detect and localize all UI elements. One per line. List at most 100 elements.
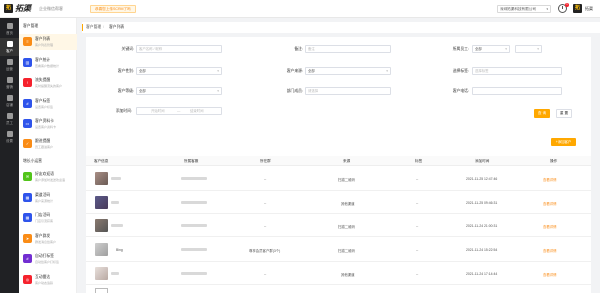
notice-banner[interactable]: 恭喜您上传SCRM了吗 [90, 5, 136, 13]
sidebar-item-welcome[interactable]: ✉ 好友欢迎语 客户添加时发送欢迎语 [19, 169, 77, 185]
date-end: 结束时间 [190, 109, 204, 113]
group-cell: -- [264, 272, 267, 276]
rail-label: 客户 [6, 49, 13, 53]
chevron-down-icon: ▾ [386, 69, 388, 73]
breadcrumb-separator: / [103, 25, 105, 29]
phone-label: 客户电话: [452, 89, 469, 93]
source-select[interactable]: 全部 ▾ [305, 67, 391, 75]
view-details-link[interactable]: 查看详情 [543, 248, 557, 253]
tag-cell: -- [416, 224, 419, 228]
level-select[interactable]: 全部 ▾ [136, 87, 222, 95]
section-title-growth: 增长小运营 [23, 159, 42, 163]
dept-select[interactable]: 请选择 [305, 87, 391, 95]
source-cell: 扫描二维码 [338, 249, 355, 253]
reset-button[interactable]: 重 置 [556, 109, 572, 118]
rail-item-shop[interactable]: 店铺 [0, 92, 19, 110]
sidebar-item-desc: 自动给客户打标签 [35, 259, 60, 264]
tag-select[interactable]: 选择标签 [472, 67, 562, 75]
logo-text: 拓渠 [15, 4, 31, 13]
user-name[interactable]: 拓渠 [585, 6, 593, 12]
rail-item-settings[interactable]: 设置 [0, 128, 19, 146]
sidebar-item-label: 客户群发 [35, 234, 51, 238]
app-subtitle: 企业微信帮客 [39, 6, 63, 11]
keyword-placeholder: 客户名称 / 昵称 [139, 47, 163, 51]
remark-input[interactable]: 备注 [305, 45, 391, 53]
rail-item-operation[interactable]: 运营 [0, 56, 19, 74]
view-details-link[interactable]: 查看详情 [543, 177, 557, 182]
sidebar-item-customer-tags[interactable]: # 客户标签 设置客户标签 [19, 96, 77, 112]
rail-item-marketing[interactable]: 营销 [0, 74, 19, 92]
source-value: 全部 [308, 69, 315, 73]
column-header: 操作 [550, 159, 558, 163]
source-cell: 其他渠道 [341, 202, 355, 206]
sidebar-item-customer-list[interactable]: ≡ 客户列表 客户列表管理 [19, 34, 77, 50]
chevron-down-icon: ▾ [537, 47, 539, 51]
date-range-picker[interactable]: 开始时间 — 结束时间 [136, 107, 222, 115]
view-details-link[interactable]: 查看详情 [543, 272, 557, 277]
company-select[interactable]: 深圳拓渠科技有限公司 ▾ [497, 5, 551, 13]
company-name: 深圳拓渠科技有限公司 [500, 7, 536, 11]
source-cell: 扫描二维码 [338, 225, 355, 229]
add-customer-button[interactable]: +添加客户 [551, 138, 576, 146]
notification-badge: 1 [565, 3, 569, 7]
gender-select[interactable]: 全部 ▾ [136, 67, 222, 75]
search-button[interactable]: 查 询 [534, 109, 550, 118]
customer-list-icon: ≡ [23, 37, 32, 46]
view-details-link[interactable]: 查看详情 [543, 224, 557, 229]
owner-redacted [181, 272, 207, 275]
sidebar-item-channel-qrcode[interactable]: ▦ 渠道活码 客户来源统计 [19, 190, 77, 206]
sidebar-item-broadcast[interactable]: ➤ 客户群发 群发消息给客户 [19, 231, 77, 247]
group-cell: -- [264, 177, 267, 181]
table-row: -- 其他渠道 -- 2021-11-24 17:14:44 查看详情 [86, 263, 591, 285]
time-cell: 2021-11-24 21:00:31 [466, 224, 498, 228]
staff-icon [6, 113, 13, 119]
breadcrumb-parent[interactable]: 客户管理 [86, 25, 101, 30]
customer-avatar [95, 267, 108, 280]
avatar[interactable]: 拓 [573, 4, 582, 13]
sidebar-item-store-qrcode[interactable]: ▦ 门店活码 门店引流获客 [19, 210, 77, 226]
tag-cell: -- [416, 272, 419, 276]
rail-item-customer[interactable]: 客户 [0, 38, 19, 56]
home-icon [6, 23, 13, 29]
rail-label: 员工 [6, 121, 13, 125]
date-label: 添加时间: [115, 109, 132, 113]
sidebar-item-radar[interactable]: ◎ 互动雷达 客户动态追踪 [19, 272, 77, 288]
sidebar-item-desc: 客户添加时发送欢迎语 [35, 177, 66, 182]
chart-icon: ▥ [23, 58, 32, 67]
dept-label: 部门成员: [286, 89, 303, 93]
shop-icon [6, 95, 13, 101]
level-value: 全部 [139, 89, 146, 93]
group-cell: 尊享会员客户群(3个) [249, 249, 281, 253]
sidebar-item-customer-card[interactable]: ▭ 客户资料卡 设置客户资料卡 [19, 116, 77, 132]
owner-select[interactable]: 全部 ▾ [472, 45, 510, 53]
phone-input[interactable] [472, 87, 562, 95]
keyword-input[interactable]: 客户名称 / 昵称 [136, 45, 222, 53]
customer-avatar [95, 196, 108, 209]
customer-avatar [95, 243, 108, 256]
owner-sub-select[interactable]: ▾ [515, 45, 542, 53]
sidebar-item-follow-up[interactable]: ✓ 跟进提醒 员工跟进客户 [19, 136, 77, 152]
rail-item-home[interactable]: 首页 [0, 20, 19, 38]
settings-icon [6, 131, 13, 137]
breadcrumb: 客户管理 / 客户列表 [82, 22, 600, 33]
qrcode-icon: ▦ [23, 193, 32, 202]
welcome-icon: ✉ [23, 172, 32, 181]
table-row: -- 其他渠道 -- 2021-11-25 09:46:31 查看详情 [86, 192, 591, 214]
view-details-link[interactable]: 查看详情 [543, 201, 557, 206]
sidebar-item-desc: 客户来源统计 [35, 198, 54, 203]
customer-avatar [95, 172, 108, 185]
sidebar-item-label: 跟进提醒 [35, 139, 51, 143]
breadcrumb-current: 客户列表 [109, 25, 125, 29]
customer-name-redacted [111, 177, 121, 180]
sidebar-item-churn-alert[interactable]: ! 流失提醒 实时提醒流失的客户 [19, 75, 77, 91]
sidebar-item-label: 互动雷达 [35, 275, 51, 279]
sidebar-item-customer-stats[interactable]: ▥ 客户统计 查看客户数据统计 [19, 55, 77, 71]
time-cell: 2021-11-25 12:47:46 [466, 177, 498, 181]
customer-name-redacted [111, 201, 119, 204]
rail-label: 营销 [6, 85, 13, 89]
sidebar-item-auto-tag[interactable]: # 自动打标签 自动给客户打标签 [19, 251, 77, 267]
rail-item-staff[interactable]: 员工 [0, 110, 19, 128]
radar-icon: ◎ [23, 275, 32, 284]
date-start: 开始时间 [151, 109, 165, 113]
tag-cell: -- [416, 248, 419, 252]
